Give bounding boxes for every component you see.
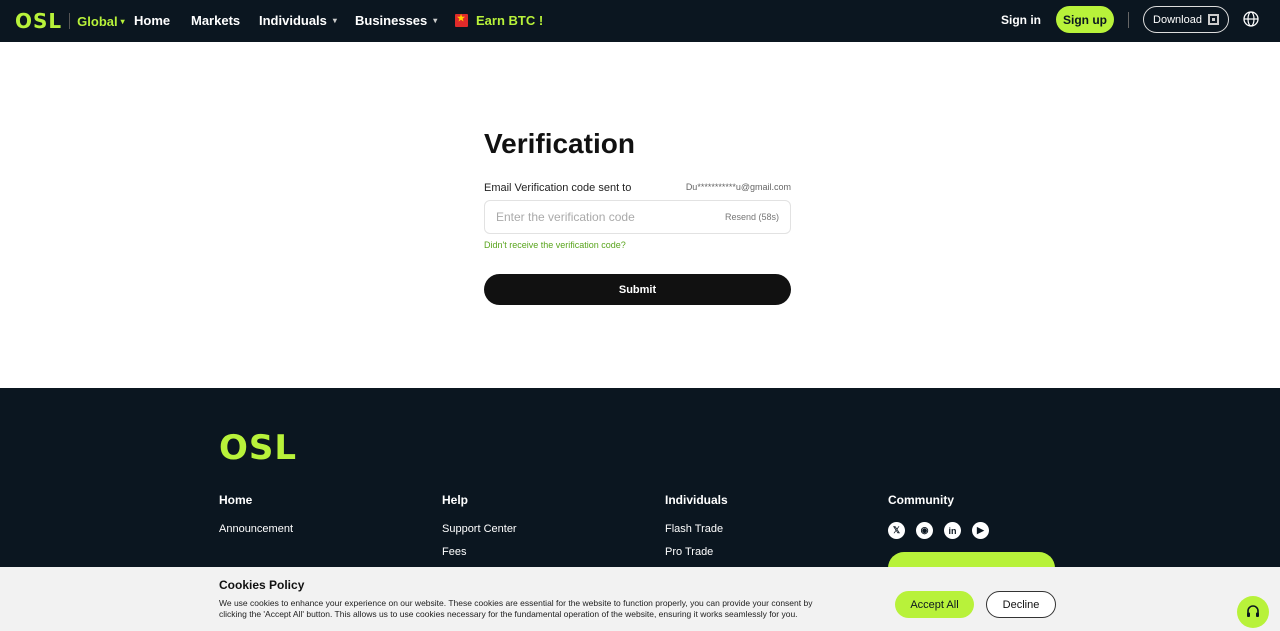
chevron-down-icon: ▾ <box>120 16 125 26</box>
verification-code-field: Resend (58s) <box>484 200 791 234</box>
footer-link-support-center[interactable]: Support Center <box>442 523 517 535</box>
footer-logo[interactable]: OSL <box>219 428 297 468</box>
logo-divider <box>69 13 71 29</box>
top-nav: OSL Global ▾ Home Markets Individuals ▾ … <box>0 0 1280 42</box>
nav-individuals[interactable]: Individuals ▾ <box>259 13 337 28</box>
nav-home-label: Home <box>134 13 171 28</box>
chevron-down-icon: ▾ <box>332 16 337 25</box>
cookie-text: We use cookies to enhance your experienc… <box>219 598 813 619</box>
footer-heading-community: Community <box>888 493 954 507</box>
logo-text: OSL <box>15 9 63 33</box>
nav-businesses-label: Businesses <box>355 13 428 28</box>
linkedin-icon[interactable]: in <box>944 522 961 539</box>
qr-code-icon <box>1207 14 1219 25</box>
nav-markets[interactable]: Markets <box>191 13 240 28</box>
osl-logo[interactable]: OSL Global ▾ <box>15 9 125 33</box>
submit-button[interactable]: Submit <box>484 274 791 305</box>
accept-all-button[interactable]: Accept All <box>895 591 974 618</box>
cookie-banner: Cookies Policy We use cookies to enhance… <box>0 567 1280 631</box>
nav-divider <box>1128 12 1129 28</box>
nav-earn-label: Earn BTC ! <box>476 13 544 28</box>
nav-individuals-label: Individuals <box>259 13 327 28</box>
headset-icon <box>1247 605 1259 617</box>
verification-code-input[interactable] <box>496 210 725 224</box>
footer-heading-individuals[interactable]: Individuals <box>665 493 728 507</box>
download-label: Download <box>1153 13 1202 26</box>
nav-earn-btc[interactable]: Earn BTC ! <box>455 13 543 28</box>
support-chat-button[interactable] <box>1237 596 1269 628</box>
decline-button[interactable]: Decline <box>986 591 1056 618</box>
footer-link-flash-trade[interactable]: Flash Trade <box>665 523 723 535</box>
footer-link-announcement[interactable]: Announcement <box>219 523 293 535</box>
sign-in-link[interactable]: Sign in <box>1001 13 1041 27</box>
resend-countdown[interactable]: Resend (58s) <box>725 212 779 222</box>
didnt-receive-link[interactable]: Didn't receive the verification code? <box>484 240 626 250</box>
footer-link-fees[interactable]: Fees <box>442 546 466 558</box>
nav-home[interactable]: Home <box>134 13 170 28</box>
globe-icon[interactable] <box>1243 11 1259 27</box>
footer-heading-home[interactable]: Home <box>219 493 252 507</box>
nav-markets-label: Markets <box>191 13 241 28</box>
sent-to-label: Email Verification code sent to <box>484 182 632 194</box>
x-icon[interactable]: 𝕏 <box>888 522 905 539</box>
region-selector[interactable]: Global ▾ <box>77 14 124 29</box>
nav-businesses[interactable]: Businesses ▾ <box>355 13 437 28</box>
sign-up-button[interactable]: Sign up <box>1056 6 1114 33</box>
discord-icon[interactable]: ◉ <box>916 522 933 539</box>
youtube-icon[interactable]: ▶ <box>972 522 989 539</box>
footer-link-pro-trade[interactable]: Pro Trade <box>665 546 713 558</box>
masked-email: Du***********u@gmail.com <box>685 182 791 192</box>
page-title: Verification <box>484 128 635 159</box>
footer-heading-help[interactable]: Help <box>442 493 468 507</box>
flag-icon <box>455 13 468 27</box>
chevron-down-icon: ▾ <box>433 16 438 25</box>
download-button[interactable]: Download <box>1143 6 1229 33</box>
cookie-title: Cookies Policy <box>219 578 305 592</box>
region-label: Global <box>77 13 118 29</box>
